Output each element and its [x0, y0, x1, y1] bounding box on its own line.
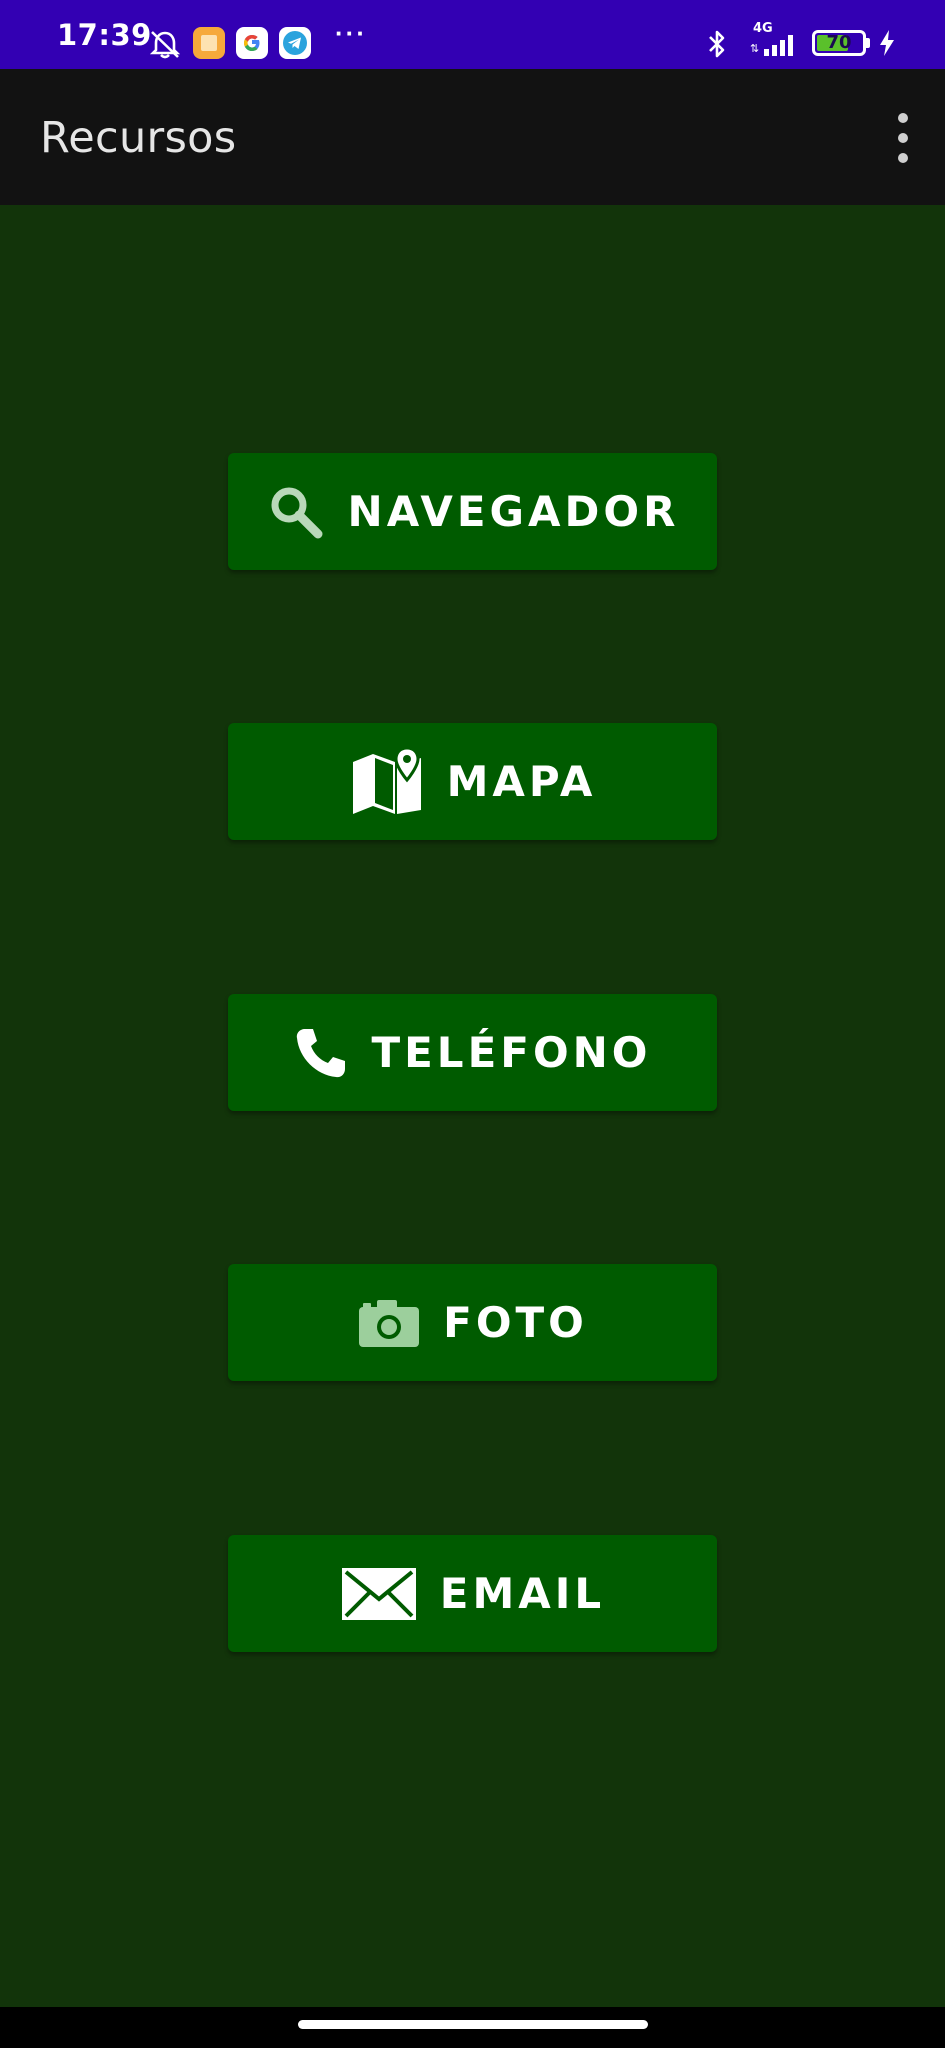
battery-level-text: 70: [826, 32, 852, 53]
svg-text:⇅: ⇅: [750, 42, 759, 55]
bluetooth-icon: [709, 30, 725, 58]
app-screen: 17:39 ··· 4G ⇅ 70 Recursos NAVEGADOR MAP…: [0, 0, 945, 2048]
app-bar: Recursos: [0, 69, 945, 205]
status-time: 17:39: [57, 18, 152, 52]
menu-dot: [898, 113, 908, 123]
notes-app-icon: [193, 27, 225, 59]
menu-dot: [898, 153, 908, 163]
telegram-app-icon: [279, 27, 311, 59]
telefono-button-label: TELÉFONO: [371, 1028, 652, 1077]
navegador-button[interactable]: NAVEGADOR: [228, 453, 717, 570]
camera-icon: [357, 1297, 421, 1349]
status-bar: 17:39 ··· 4G ⇅ 70: [0, 0, 945, 69]
mapa-button[interactable]: MAPA: [228, 723, 717, 840]
google-app-icon: [236, 27, 268, 59]
battery-icon: 70: [812, 30, 866, 56]
foto-button-label: FOTO: [443, 1298, 588, 1347]
menu-dot: [898, 133, 908, 143]
more-notifications-indicator: ···: [335, 18, 367, 48]
search-icon: [266, 482, 326, 542]
overflow-menu-icon[interactable]: [891, 113, 915, 163]
email-icon: [340, 1566, 418, 1622]
muted-alarm-icon: [149, 31, 181, 59]
foto-button[interactable]: FOTO: [228, 1264, 717, 1381]
signal-icon: ⇅: [750, 35, 793, 56]
email-button[interactable]: EMAIL: [228, 1535, 717, 1652]
telefono-button[interactable]: TELÉFONO: [228, 994, 717, 1111]
phone-icon: [293, 1025, 349, 1081]
navegador-button-label: NAVEGADOR: [347, 487, 680, 536]
battery-tip: [866, 38, 870, 48]
email-button-label: EMAIL: [439, 1569, 606, 1618]
app-title: Recursos: [40, 113, 237, 163]
mapa-button-label: MAPA: [446, 757, 597, 806]
map-icon: [349, 745, 425, 818]
system-navigation-bar: [0, 2007, 945, 2048]
home-gesture-indicator[interactable]: [298, 2020, 648, 2029]
charging-icon: [880, 30, 894, 56]
